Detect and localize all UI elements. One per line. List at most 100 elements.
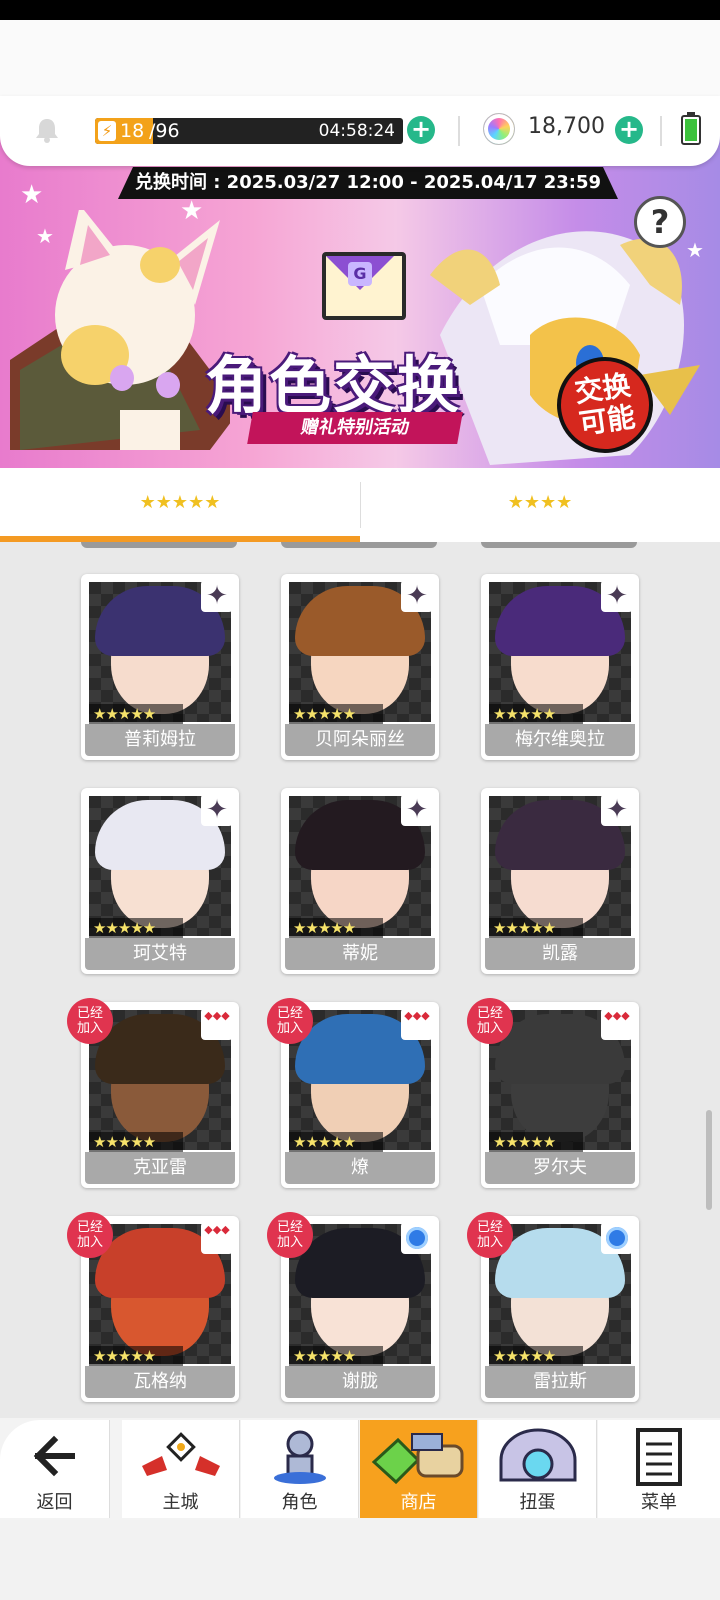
- envelope-icon: G: [322, 252, 406, 320]
- shard-icon: [401, 580, 433, 612]
- gem-count: 18,700: [528, 114, 605, 139]
- rarity-stars: ★★★★★: [289, 1346, 383, 1366]
- shard-icon: [201, 580, 233, 612]
- character-card[interactable]: ★★★★★克亚雷 已经加入: [67, 998, 239, 1188]
- lightning-icon: ⚡: [98, 121, 116, 141]
- character-name: 珂艾特: [85, 938, 235, 970]
- event-subtitle: 赠礼特别活动: [247, 412, 463, 444]
- rarity-stars: ★★★★★: [489, 1346, 583, 1366]
- add-stamina-button[interactable]: +: [407, 116, 435, 144]
- scrollbar[interactable]: [706, 1110, 712, 1210]
- rarity-stars: ★★★★★: [89, 1132, 183, 1152]
- character-name: 罗尔夫: [485, 1152, 635, 1184]
- nav-label: 返回: [36, 1492, 73, 1513]
- red-crystal-icon: [201, 1008, 233, 1040]
- shop-icon: [371, 1433, 464, 1485]
- rarity-stars: ★★★★★: [289, 1132, 383, 1152]
- divider: [458, 116, 460, 146]
- nav-label: 菜单: [641, 1492, 677, 1513]
- bottom-navigation: 返回 主城 角色 商店 扭蛋 菜单: [0, 1418, 720, 1520]
- character-card[interactable]: ★★★★★ 梅尔维奥拉: [481, 574, 639, 760]
- shard-icon: [601, 794, 633, 826]
- character-name: 雷拉斯: [485, 1366, 635, 1398]
- nav-shop[interactable]: 商店: [360, 1420, 478, 1518]
- joined-badge: 已经 加入: [267, 998, 313, 1044]
- character-card[interactable]: ★★★★★ 雷拉斯 已经 加入: [467, 1212, 639, 1402]
- character-name: 谢胧: [285, 1366, 435, 1398]
- shard-icon: [401, 794, 433, 826]
- character-name: 普莉姆拉: [85, 724, 235, 756]
- joined-badge: 已经 加入: [267, 1212, 313, 1258]
- rarity-stars: ★★★★★: [89, 704, 183, 724]
- tab-four-star[interactable]: ★★★★: [360, 468, 720, 542]
- rarity-stars: ★★★★★: [489, 1132, 583, 1152]
- character-name: 梅尔维奥拉: [485, 724, 635, 756]
- nav-label: 商店: [400, 1492, 437, 1513]
- back-arrow-icon: [33, 1435, 75, 1477]
- nav-back[interactable]: 返回: [0, 1420, 110, 1518]
- character-card[interactable]: ★★★★★ 珂艾特: [81, 788, 239, 974]
- blue-orb-icon: [601, 1222, 633, 1254]
- character-card[interactable]: ★★★★★ 谢胧 已经 加入: [267, 1212, 439, 1402]
- character-card[interactable]: ★★★★★燎 已经加入: [267, 998, 439, 1188]
- event-banner: ★ ★ ★ ★ ★ 兑换时间 : 2025.03/27 12:00 - 2025…: [0, 120, 720, 468]
- character-card[interactable]: ★★★★★ 凯露: [481, 788, 639, 974]
- rarity-stars: ★★★★★: [289, 918, 383, 938]
- character-card[interactable]: ★★★★★ 蒂妮: [281, 788, 439, 974]
- tab-five-star[interactable]: ★★★★★: [0, 468, 360, 542]
- joined-badge: 已经 加入: [67, 998, 113, 1044]
- gem-icon: [483, 113, 515, 145]
- blue-orb-icon: [401, 1222, 433, 1254]
- stamina-timer: 04:58:24: [318, 121, 395, 141]
- previous-row-card-edge: [281, 542, 437, 548]
- stamina-max: /96: [149, 120, 180, 142]
- star-icon: ★: [20, 180, 44, 210]
- character-name: 克亚雷: [85, 1152, 235, 1184]
- divider: [660, 116, 662, 146]
- nav-menu[interactable]: 菜单: [598, 1420, 720, 1518]
- stamp-line-2: 可能: [577, 400, 638, 441]
- character-card[interactable]: ★★★★★ 贝阿朵丽丝: [281, 574, 439, 760]
- previous-row-card-edge: [81, 542, 237, 548]
- nav-gacha[interactable]: 扭蛋: [479, 1420, 597, 1518]
- character-name: 瓦格纳: [85, 1366, 235, 1398]
- rarity-stars: ★★★★★: [89, 918, 183, 938]
- menu-icon: [636, 1428, 682, 1486]
- exchange-period: 兑换时间 : 2025.03/27 12:00 - 2025.04/17 23:…: [118, 167, 618, 199]
- character-grid[interactable]: ★★★★★普莉姆拉★★★★★贝阿朵丽丝★★★★★梅尔维奥拉★★★★★珂艾特★★★…: [0, 542, 720, 1422]
- previous-row-card-edge: [481, 542, 637, 548]
- bell-icon[interactable]: [33, 116, 61, 144]
- shard-icon: [201, 794, 233, 826]
- nav-label: 主城: [162, 1492, 199, 1513]
- rarity-stars: ★★★★★: [489, 704, 583, 724]
- shard-icon: [601, 580, 633, 612]
- nav-label: 扭蛋: [519, 1492, 556, 1513]
- character-icon: [274, 1430, 326, 1484]
- nav-character[interactable]: 角色: [241, 1420, 359, 1518]
- character-name: 贝阿朵丽丝: [285, 724, 435, 756]
- stamina-current: 18: [120, 120, 145, 142]
- nav-castle[interactable]: 主城: [122, 1420, 240, 1518]
- castle-icon: [142, 1432, 220, 1476]
- add-gems-button[interactable]: +: [615, 116, 643, 144]
- joined-badge: 已经 加入: [467, 1212, 513, 1258]
- resource-hud: ⚡ 18 /96 04:58:24 + 18,700 +: [0, 96, 720, 166]
- cat-character-art: [10, 210, 230, 450]
- character-name: 凯露: [485, 938, 635, 970]
- gacha-icon: [499, 1428, 577, 1482]
- battery-icon: [681, 112, 701, 145]
- character-name: 燎: [285, 1152, 435, 1184]
- rarity-stars: ★★★★★: [289, 704, 383, 724]
- rarity-stars: ★★★★★: [89, 1346, 183, 1366]
- rarity-stars: ★★★★★: [489, 918, 583, 938]
- envelope-letter: G: [348, 262, 372, 286]
- help-button[interactable]: ?: [634, 196, 686, 248]
- character-card[interactable]: ★★★★★ 普莉姆拉: [81, 574, 239, 760]
- joined-badge: 已经 加入: [67, 1212, 113, 1258]
- red-crystal-icon: [601, 1008, 633, 1040]
- system-status-bar: [0, 0, 720, 20]
- red-crystal-icon: [401, 1008, 433, 1040]
- character-name: 蒂妮: [285, 938, 435, 970]
- character-card[interactable]: ★★★★★罗尔夫 已经加入: [467, 998, 639, 1188]
- character-card[interactable]: ★★★★★瓦格纳 已经加入: [67, 1212, 239, 1402]
